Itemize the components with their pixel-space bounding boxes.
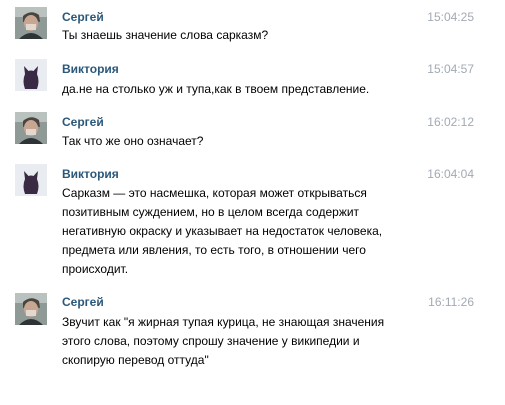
man-photo-avatar-icon [15, 112, 47, 144]
message-line: Звучит как "я жирная тупая курица, не зн… [62, 315, 385, 329]
message-text: Так что же оно означает? [62, 132, 407, 151]
message-line: происходит. [62, 262, 129, 276]
message-timestamp[interactable]: 16:11:26 [428, 295, 474, 309]
user-avatar[interactable] [15, 59, 47, 91]
message-timestamp[interactable]: 15:04:25 [427, 10, 474, 24]
message-line: Так что же оно означает? [62, 134, 204, 148]
message-line: Ты знаешь значение слова сарказм? [62, 28, 269, 42]
user-avatar[interactable] [15, 7, 47, 39]
user-avatar[interactable] [15, 293, 47, 325]
message-timestamp[interactable]: 16:02:12 [427, 115, 474, 129]
message-line: Сарказм — это насмешка, которая может от… [62, 186, 367, 200]
man-photo-avatar-icon [15, 7, 47, 39]
message-line: позитивным суждением, но в целом всегда … [62, 205, 360, 219]
message-timestamp[interactable]: 15:04:57 [427, 62, 474, 76]
user-avatar[interactable] [15, 164, 47, 196]
message-text: Ты знаешь значение слова сарказм? [62, 26, 407, 45]
cat-silhouette-avatar-icon [15, 59, 47, 91]
cat-silhouette-avatar-icon [15, 164, 47, 196]
message-history: Сергей 15:04:25 Ты знаешь значение слова… [0, 0, 505, 405]
message-author[interactable]: Сергей [62, 115, 104, 129]
user-avatar[interactable] [15, 112, 47, 144]
message-author[interactable]: Виктория [62, 62, 119, 76]
message-line: скопирую перевод оттуда" [62, 353, 209, 367]
message-author[interactable]: Сергей [62, 295, 104, 309]
message-text: Звучит как "я жирная тупая курица, не зн… [62, 313, 407, 370]
message-line: негативную окраску и указывает на недост… [62, 224, 383, 238]
man-photo-avatar-icon [15, 293, 47, 325]
message-author[interactable]: Сергей [62, 10, 104, 24]
message-line: предмета или явления, то есть того, в от… [62, 243, 366, 257]
message-author[interactable]: Виктория [62, 167, 119, 181]
message-text: да.не на столько уж и тупа,как в твоем п… [62, 80, 407, 99]
message-line: да.не на столько уж и тупа,как в твоем п… [62, 82, 370, 96]
message-text: Сарказм — это насмешка, которая может от… [62, 184, 407, 279]
message-timestamp[interactable]: 16:04:04 [427, 167, 474, 181]
message-line: этого слова, поэтому спрошу значение у в… [62, 334, 360, 348]
